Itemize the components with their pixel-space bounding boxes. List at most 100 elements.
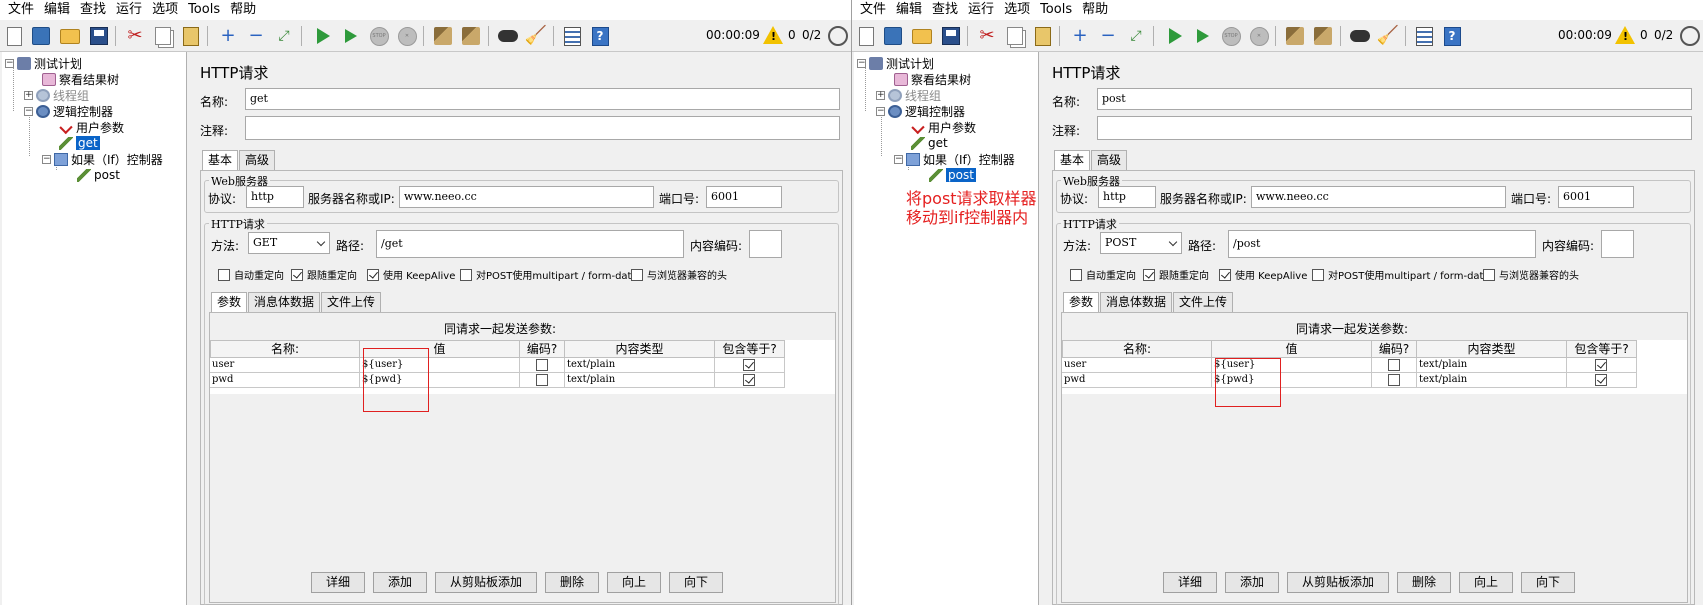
- menu-file[interactable]: 文件: [855, 0, 891, 20]
- param-encode-cell[interactable]: [520, 358, 565, 373]
- menu-help[interactable]: 帮助: [1077, 0, 1113, 20]
- col-value-header[interactable]: 值: [1212, 340, 1372, 358]
- add-from-clipboard-button[interactable]: 从剪贴板添加: [1287, 572, 1389, 593]
- menu-search[interactable]: 查找: [927, 0, 963, 20]
- col-include-header[interactable]: 包含等于?: [715, 340, 785, 358]
- menu-options[interactable]: 选项: [999, 0, 1035, 20]
- menu-tools[interactable]: Tools: [183, 0, 225, 20]
- multipart-checkbox[interactable]: 对POST使用multipart / form-data: [460, 267, 638, 282]
- clear-icon[interactable]: [1284, 25, 1306, 47]
- function-helper-icon[interactable]: [1413, 25, 1435, 47]
- start-icon[interactable]: [312, 25, 334, 47]
- encoding-field[interactable]: [749, 230, 782, 258]
- save-icon[interactable]: [88, 25, 110, 47]
- cut-icon[interactable]: ✂: [976, 25, 998, 47]
- tree-test-plan[interactable]: − 测试计划: [5, 55, 82, 71]
- clear-icon[interactable]: [432, 25, 454, 47]
- open-icon[interactable]: [59, 25, 81, 47]
- move-up-button[interactable]: 向上: [1459, 572, 1513, 593]
- expand-icon[interactable]: +: [217, 25, 239, 47]
- follow-redirect-checkbox[interactable]: 跟随重定向: [1143, 267, 1209, 282]
- add-button[interactable]: 添加: [1225, 572, 1279, 593]
- param-encode-cell[interactable]: [1372, 373, 1417, 388]
- param-type-cell[interactable]: text/plain: [1417, 373, 1567, 388]
- tree-get-sampler[interactable]: get: [911, 135, 948, 151]
- clear-all-icon[interactable]: [460, 25, 482, 47]
- start-no-pause-icon[interactable]: [1192, 25, 1214, 47]
- menu-edit[interactable]: 编辑: [891, 0, 927, 20]
- function-helper-icon[interactable]: [561, 25, 583, 47]
- reset-search-icon[interactable]: 🧹: [525, 25, 547, 47]
- warning-icon[interactable]: !: [1615, 26, 1635, 44]
- menu-edit[interactable]: 编辑: [39, 0, 75, 20]
- toggle-icon[interactable]: ⤢: [1125, 25, 1147, 47]
- collapse-icon[interactable]: −: [1097, 25, 1119, 47]
- detail-button[interactable]: 详细: [311, 572, 365, 593]
- tree-result-tree[interactable]: 察看结果树: [42, 71, 119, 87]
- browser-headers-checkbox[interactable]: 与浏览器兼容的头: [631, 267, 727, 282]
- save-icon[interactable]: [940, 25, 962, 47]
- remote-icon[interactable]: [1680, 26, 1700, 46]
- tree-thread-group[interactable]: + 线程组: [24, 87, 89, 103]
- tree-test-plan[interactable]: − 测试计划: [857, 55, 934, 71]
- follow-redirect-checkbox[interactable]: 跟随重定向: [291, 267, 357, 282]
- param-include-cell[interactable]: [715, 358, 785, 373]
- param-type-cell[interactable]: text/plain: [565, 373, 715, 388]
- param-type-cell[interactable]: text/plain: [565, 358, 715, 373]
- shutdown-icon[interactable]: ✕: [1248, 25, 1270, 47]
- menu-search[interactable]: 查找: [75, 0, 111, 20]
- col-include-header[interactable]: 包含等于?: [1567, 340, 1637, 358]
- add-from-clipboard-button[interactable]: 从剪贴板添加: [435, 572, 537, 593]
- menu-help[interactable]: 帮助: [225, 0, 261, 20]
- col-name-header[interactable]: 名称:: [1062, 340, 1212, 358]
- move-up-button[interactable]: 向上: [607, 572, 661, 593]
- start-no-pause-icon[interactable]: [340, 25, 362, 47]
- col-encode-header[interactable]: 编码?: [520, 340, 565, 358]
- templates-icon[interactable]: [30, 25, 52, 47]
- tree-result-tree[interactable]: 察看结果树: [894, 71, 971, 87]
- server-field[interactable]: www.neeo.cc: [1251, 186, 1506, 208]
- name-field[interactable]: get: [245, 88, 840, 110]
- tree-user-params[interactable]: 用户参数: [59, 119, 124, 135]
- tab-basic[interactable]: 基本: [202, 150, 239, 171]
- menu-tools[interactable]: Tools: [1035, 0, 1077, 20]
- start-icon[interactable]: [1164, 25, 1186, 47]
- menu-run[interactable]: 运行: [963, 0, 999, 20]
- paste-icon[interactable]: [1032, 25, 1054, 47]
- help-icon[interactable]: ?: [1441, 25, 1463, 47]
- move-down-button[interactable]: 向下: [669, 572, 723, 593]
- copy-icon[interactable]: [152, 25, 174, 47]
- tab-files-upload[interactable]: 文件上传: [1173, 292, 1234, 312]
- param-include-cell[interactable]: [715, 373, 785, 388]
- warning-icon[interactable]: !: [763, 26, 783, 44]
- delete-button[interactable]: 删除: [545, 572, 599, 593]
- path-field[interactable]: /get: [376, 230, 684, 258]
- encoding-field[interactable]: [1601, 230, 1634, 258]
- reset-search-icon[interactable]: 🧹: [1377, 25, 1399, 47]
- expand-icon[interactable]: +: [1069, 25, 1091, 47]
- add-button[interactable]: 添加: [373, 572, 427, 593]
- search-icon[interactable]: [1349, 25, 1371, 47]
- tree-thread-group[interactable]: + 线程组: [876, 87, 941, 103]
- tree-post-sampler[interactable]: post: [77, 167, 120, 183]
- open-icon[interactable]: [911, 25, 933, 47]
- browser-headers-checkbox[interactable]: 与浏览器兼容的头: [1483, 267, 1579, 282]
- col-encode-header[interactable]: 编码?: [1372, 340, 1417, 358]
- menu-run[interactable]: 运行: [111, 0, 147, 20]
- clear-all-icon[interactable]: [1312, 25, 1334, 47]
- redirect-auto-checkbox[interactable]: 自动重定向: [1070, 267, 1136, 282]
- col-type-header[interactable]: 内容类型: [1417, 340, 1567, 358]
- move-down-button[interactable]: 向下: [1521, 572, 1575, 593]
- new-icon[interactable]: [3, 25, 25, 47]
- tree-if-controller[interactable]: − 如果（If）控制器: [42, 151, 163, 167]
- menu-file[interactable]: 文件: [3, 0, 39, 20]
- tree-post-sampler[interactable]: post: [929, 167, 976, 183]
- stop-icon[interactable]: STOP: [368, 25, 390, 47]
- multipart-checkbox[interactable]: 对POST使用multipart / form-data: [1312, 267, 1490, 282]
- port-field[interactable]: 6001: [706, 186, 782, 208]
- server-field[interactable]: www.neeo.cc: [399, 186, 654, 208]
- method-select[interactable]: GET: [248, 232, 330, 254]
- remote-icon[interactable]: [828, 26, 848, 46]
- delete-button[interactable]: 删除: [1397, 572, 1451, 593]
- detail-button[interactable]: 详细: [1163, 572, 1217, 593]
